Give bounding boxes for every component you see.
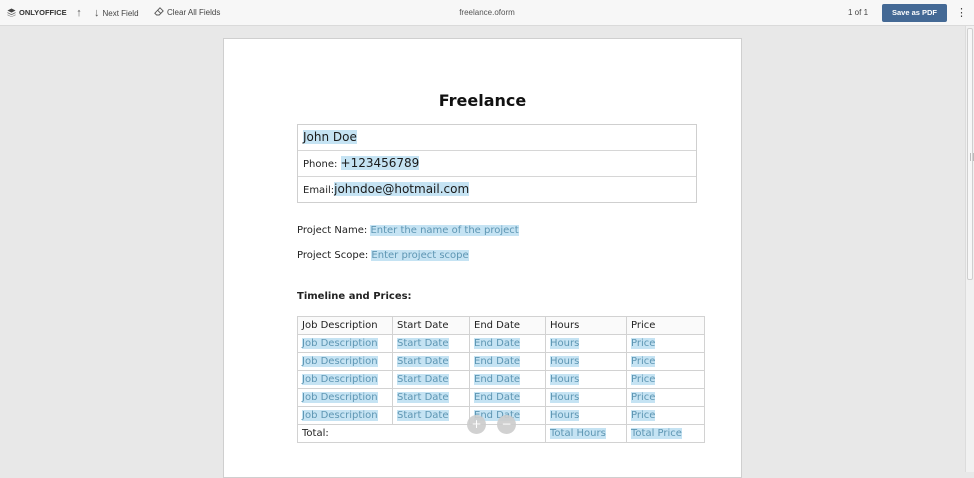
email-row: Email:johndoe@hotmail.com	[298, 177, 696, 202]
document-title: freelance.oform	[459, 8, 515, 17]
start-date-field[interactable]: Start Date	[397, 338, 449, 349]
scrollbar-thumb[interactable]	[967, 28, 974, 280]
header-price: Price	[626, 316, 705, 335]
vertical-dots-icon[interactable]: ⋮	[956, 5, 967, 21]
table-row: Job Description Start Date End Date Hours Pr…	[297, 352, 705, 371]
timeline-heading: Timeline and Prices:	[297, 291, 412, 302]
start-date-cell: Start Date	[392, 388, 470, 407]
project-scope-label: Project Scope:	[297, 250, 369, 261]
project-scope-field[interactable]: Enter project scope	[371, 250, 469, 261]
total-hours-field[interactable]: Total Hours	[550, 428, 606, 439]
phone-field[interactable]: +123456789	[340, 156, 420, 170]
hours-cell: Hours	[545, 388, 627, 407]
end-date-field[interactable]: End Date	[474, 338, 521, 349]
hours-cell: Hours	[545, 334, 627, 353]
start-date-cell: Start Date	[392, 370, 470, 389]
price-field[interactable]: Price	[631, 374, 656, 385]
remove-row-button[interactable]: −	[497, 415, 516, 434]
document-page: Freelance John Doe Phone: +123456789 Ema…	[223, 38, 742, 478]
email-field[interactable]: johndoe@hotmail.com	[334, 182, 470, 196]
vertical-scrollbar[interactable]	[965, 26, 974, 472]
end-date-field[interactable]: End Date	[474, 356, 521, 367]
name-field[interactable]: John Doe	[303, 130, 357, 144]
job-description-field[interactable]: Job Description	[302, 392, 378, 403]
top-toolbar: ONLYOFFICE ↑ ↓ Next Field Clear All Field…	[0, 0, 974, 26]
plus-icon: +	[471, 417, 482, 431]
end-date-field[interactable]: End Date	[474, 374, 521, 385]
hours-field[interactable]: Hours	[550, 338, 580, 349]
job-description-field[interactable]: Job Description	[302, 374, 378, 385]
total-price-cell: Total Price	[626, 424, 705, 443]
start-date-field[interactable]: Start Date	[397, 374, 449, 385]
job-description-field[interactable]: Job Description	[302, 356, 378, 367]
start-date-cell: Start Date	[392, 334, 470, 353]
hours-field[interactable]: Hours	[550, 392, 580, 403]
email-label: Email:	[303, 185, 335, 196]
start-date-cell: Start Date	[392, 406, 470, 425]
end-date-cell: End Date	[469, 388, 546, 407]
job-description-cell: Job Description	[297, 388, 393, 407]
table-row: Job Description Start Date End Date Hours Pr…	[297, 334, 705, 353]
table-row: Job Description Start Date End Date Hours Pr…	[297, 370, 705, 389]
project-name-label: Project Name:	[297, 225, 368, 236]
hours-cell: Hours	[545, 352, 627, 371]
project-name-field[interactable]: Enter the name of the project	[370, 225, 519, 236]
total-price-field[interactable]: Total Price	[631, 428, 682, 439]
job-description-cell: Job Description	[297, 334, 393, 353]
price-cell: Price	[626, 406, 705, 425]
header-hours: Hours	[545, 316, 627, 335]
phone-row: Phone: +123456789	[298, 151, 696, 177]
header-start-date: Start Date	[392, 316, 470, 335]
hours-field[interactable]: Hours	[550, 356, 580, 367]
minus-icon: −	[501, 417, 512, 431]
price-field[interactable]: Price	[631, 356, 656, 367]
table-header-row: Job Description Start Date End Date Hour…	[297, 316, 705, 335]
job-description-field[interactable]: Job Description	[302, 410, 378, 421]
price-field[interactable]: Price	[631, 338, 656, 349]
table-row: Job Description Start Date End Date Hours Pr…	[297, 388, 705, 407]
end-date-cell: End Date	[469, 334, 546, 353]
total-hours-cell: Total Hours	[545, 424, 627, 443]
project-scope-row: Project Scope: Enter project scope	[297, 250, 469, 261]
name-row: John Doe	[298, 125, 696, 151]
hours-cell: Hours	[545, 406, 627, 425]
project-name-row: Project Name: Enter the name of the proj…	[297, 225, 519, 236]
contact-block: John Doe Phone: +123456789 Email:johndoe…	[297, 124, 697, 203]
scrollbar-grip	[970, 153, 974, 161]
job-description-cell: Job Description	[297, 406, 393, 425]
end-date-cell: End Date	[469, 370, 546, 389]
hours-field[interactable]: Hours	[550, 374, 580, 385]
end-date-cell: End Date	[469, 352, 546, 371]
page-indicator: 1 of 1	[848, 8, 869, 17]
price-cell: Price	[626, 370, 705, 389]
job-description-field[interactable]: Job Description	[302, 338, 378, 349]
job-description-cell: Job Description	[297, 370, 393, 389]
start-date-field[interactable]: Start Date	[397, 392, 449, 403]
price-cell: Price	[626, 388, 705, 407]
start-date-field[interactable]: Start Date	[397, 356, 449, 367]
hours-field[interactable]: Hours	[550, 410, 580, 421]
hours-cell: Hours	[545, 370, 627, 389]
price-cell: Price	[626, 334, 705, 353]
start-date-field[interactable]: Start Date	[397, 410, 449, 421]
save-as-pdf-button[interactable]: Save as PDF	[882, 4, 947, 22]
header-job-description: Job Description	[297, 316, 393, 335]
add-row-button[interactable]: +	[467, 415, 486, 434]
start-date-cell: Start Date	[392, 352, 470, 371]
header-end-date: End Date	[469, 316, 546, 335]
price-field[interactable]: Price	[631, 410, 656, 421]
price-field[interactable]: Price	[631, 392, 656, 403]
end-date-field[interactable]: End Date	[474, 392, 521, 403]
job-description-cell: Job Description	[297, 352, 393, 371]
phone-label: Phone:	[303, 159, 338, 170]
price-cell: Price	[626, 352, 705, 371]
form-title: Freelance	[438, 91, 527, 110]
